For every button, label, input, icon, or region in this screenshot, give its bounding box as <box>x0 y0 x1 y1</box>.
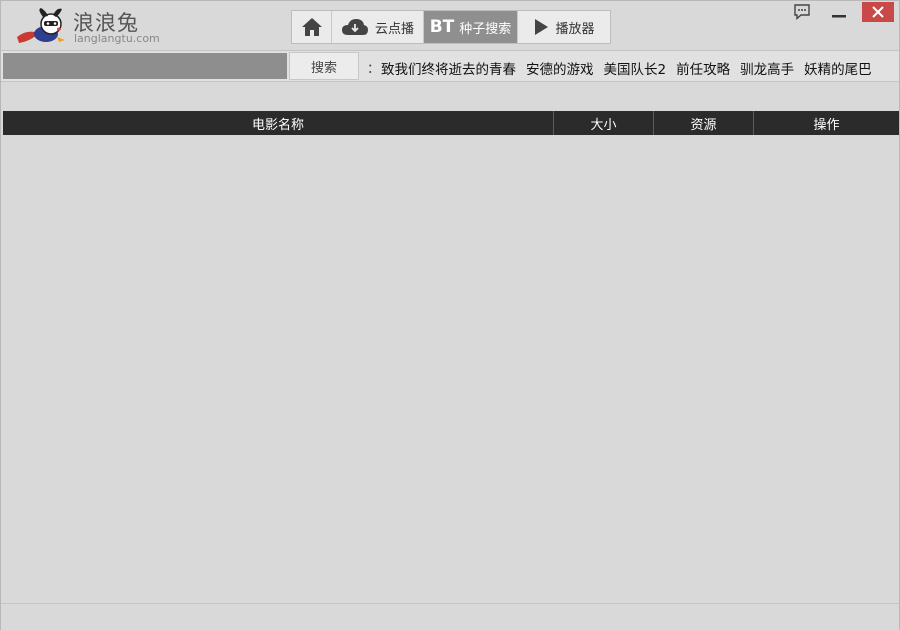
results-table-header: 电影名称 大小 资源 操作 <box>3 111 899 135</box>
cloud-icon <box>341 19 368 35</box>
column-header-size[interactable]: 大小 <box>554 111 654 135</box>
hot-keyword[interactable]: 安德的游戏 <box>526 58 594 78</box>
tab-cloud-play[interactable]: 云点播 <box>332 11 424 43</box>
search-input[interactable] <box>3 53 287 79</box>
home-icon <box>301 18 322 36</box>
close-icon <box>872 6 884 18</box>
hot-keyword[interactable]: 美国队长2 <box>604 58 667 78</box>
main-nav: 云点播 BT 种子搜索 播放器 <box>291 10 611 44</box>
column-header-movie-name[interactable]: 电影名称 <box>3 111 554 135</box>
results-table-body <box>3 135 899 603</box>
minimize-button[interactable] <box>827 2 851 22</box>
tab-bt-search[interactable]: BT 种子搜索 <box>424 11 518 43</box>
rabbit-logo-icon <box>17 8 65 43</box>
minimize-icon <box>832 15 846 18</box>
tab-bt-search-label: 种子搜索 <box>459 21 512 37</box>
feedback-button[interactable] <box>790 2 814 22</box>
hot-keyword[interactable]: 妖精的尾巴 <box>804 58 872 78</box>
tab-cloud-play-label: 云点播 <box>374 21 414 37</box>
bt-mark: BT <box>429 17 455 37</box>
search-bar: 搜索 ： 致我们终将逝去的青春 安德的游戏 美国队长2 前任攻略 驯龙高手 妖精… <box>1 50 899 82</box>
hot-keywords-separator: ： <box>367 62 381 77</box>
app-url: langlangtu.com <box>74 32 160 45</box>
tab-player-label: 播放器 <box>555 21 595 37</box>
column-header-resource[interactable]: 资源 <box>654 111 754 135</box>
close-button[interactable] <box>862 2 894 22</box>
status-bar <box>1 603 899 630</box>
column-header-action[interactable]: 操作 <box>754 111 899 135</box>
search-button[interactable]: 搜索 <box>289 52 359 80</box>
tab-home[interactable] <box>292 11 332 43</box>
hot-keyword[interactable]: 驯龙高手 <box>740 58 794 78</box>
app-window: 浪浪兔 langlangtu.com 云点播 BT 种子搜索 播放器 搜索 ： … <box>0 0 900 630</box>
speech-bubble-icon <box>794 4 810 20</box>
tab-player[interactable]: 播放器 <box>518 11 610 43</box>
hot-keyword[interactable]: 致我们终将逝去的青春 <box>381 58 516 78</box>
hot-keywords: 致我们终将逝去的青春 安德的游戏 美国队长2 前任攻略 驯龙高手 妖精的尾巴 <box>381 58 872 78</box>
play-icon <box>535 19 549 35</box>
title-bar: 浪浪兔 langlangtu.com 云点播 BT 种子搜索 播放器 <box>1 1 899 50</box>
hot-keyword[interactable]: 前任攻略 <box>676 58 730 78</box>
